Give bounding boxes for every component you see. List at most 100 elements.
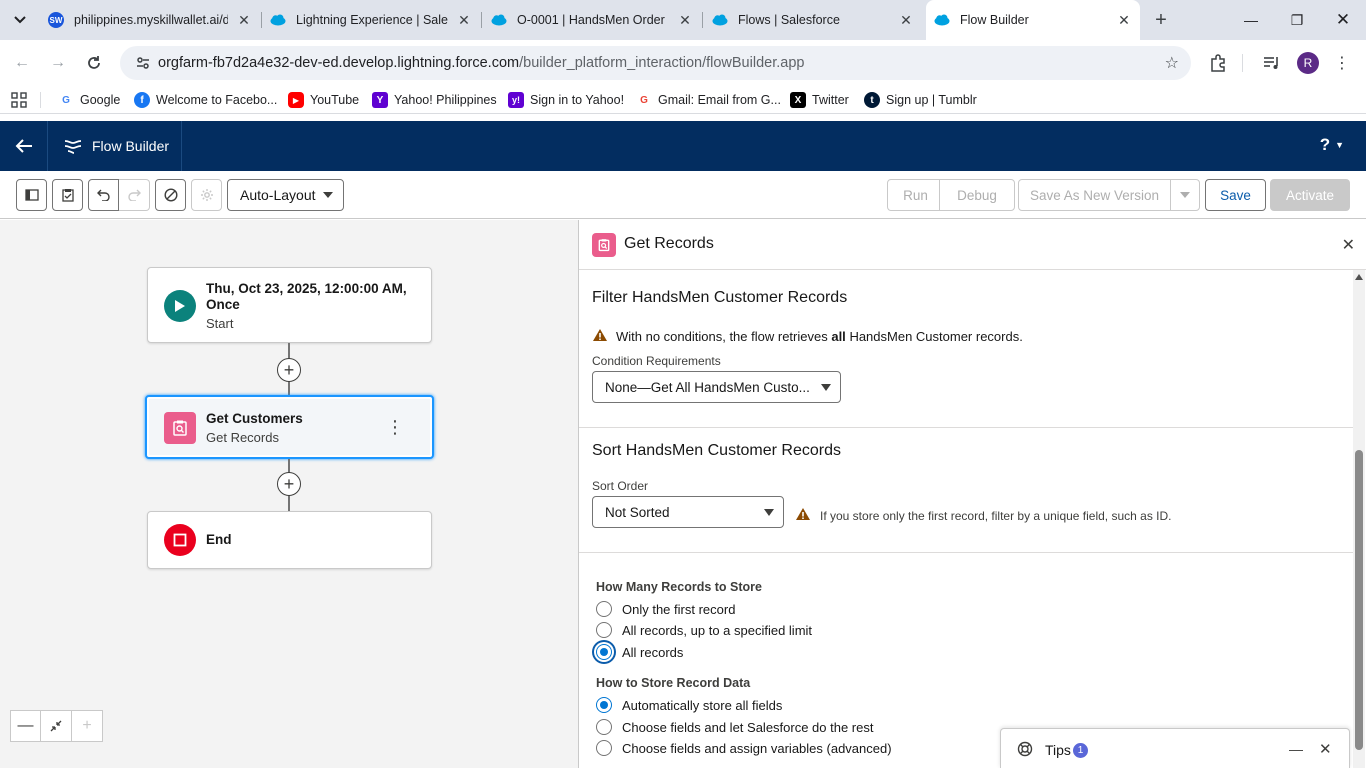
close-icon[interactable]: ✕	[456, 12, 472, 28]
bookmark-label: Gmail: Email from G...	[658, 93, 781, 107]
close-icon[interactable]: ✕	[1319, 740, 1332, 758]
new-tab-button[interactable]: +	[1149, 8, 1173, 32]
sort-order-select[interactable]: Not Sorted	[592, 496, 784, 528]
tab-search-button[interactable]	[8, 8, 32, 32]
close-icon[interactable]: ✕	[236, 12, 252, 28]
radio-button[interactable]	[596, 601, 612, 617]
panel-scrollbar[interactable]	[1353, 270, 1365, 768]
errors-button[interactable]	[155, 179, 186, 211]
panel-title: Get Records	[624, 235, 714, 252]
close-icon[interactable]: ✕	[1116, 12, 1132, 28]
radio-button[interactable]	[596, 622, 612, 638]
bookmark-yahoo-philippines[interactable]: Y Yahoo! Philippines	[372, 90, 497, 110]
save-as-new-version-button[interactable]: Save As New Version	[1018, 179, 1171, 211]
back-arrow-icon[interactable]	[0, 121, 48, 171]
help-icon: ?	[1319, 135, 1331, 154]
scroll-up-arrow-icon[interactable]	[1355, 274, 1363, 280]
help-menu-button[interactable]: ? ▼	[1320, 135, 1344, 155]
end-node[interactable]: End	[147, 511, 432, 569]
bookmark-twitter[interactable]: X Twitter	[790, 90, 849, 110]
start-node[interactable]: Thu, Oct 23, 2025, 12:00:00 AM, Once Sta…	[147, 267, 432, 343]
browser-tab-skillwallet[interactable]: SW philippines.myskillwallet.ai/d ✕	[40, 6, 260, 34]
fit-to-view-button[interactable]	[41, 710, 72, 742]
back-arrow-icon[interactable]: ←	[8, 49, 36, 77]
radio-choose-fields-auto[interactable]: Choose fields and let Salesforce do the …	[596, 719, 873, 735]
browser-tab-strip: SW philippines.myskillwallet.ai/d ✕ Ligh…	[0, 0, 1366, 40]
radio-only-first-record[interactable]: Only the first record	[596, 601, 735, 617]
scrollbar-thumb[interactable]	[1355, 450, 1363, 750]
flow-canvas[interactable]: Thu, Oct 23, 2025, 12:00:00 AM, Once Sta…	[0, 220, 578, 768]
flow-settings-button[interactable]	[191, 179, 222, 211]
tab-title: Lightning Experience | Salesf	[296, 13, 448, 27]
browser-tab-order[interactable]: O-0001 | HandsMen Order | ✕	[483, 6, 701, 34]
view-properties-button[interactable]	[52, 179, 83, 211]
zoom-in-button[interactable]: +	[72, 710, 103, 742]
forward-arrow-icon[interactable]: →	[44, 49, 72, 77]
app-title: Flow Builder	[48, 121, 182, 171]
browser-tab-flows[interactable]: Flows | Salesforce ✕	[704, 6, 922, 34]
save-button[interactable]: Save	[1205, 179, 1266, 211]
close-window-button[interactable]: ✕	[1320, 0, 1366, 40]
reload-icon[interactable]	[80, 49, 108, 77]
zoom-out-button[interactable]: —	[10, 710, 41, 742]
run-button[interactable]: Run	[887, 179, 944, 211]
more-actions-icon[interactable]: ⋮	[386, 417, 404, 438]
radio-button[interactable]	[596, 719, 612, 735]
maximize-window-button[interactable]: ❐	[1274, 0, 1320, 40]
bookmark-youtube[interactable]: ▶ YouTube	[288, 90, 359, 110]
how-to-store-title: How to Store Record Data	[596, 676, 751, 690]
media-controls-icon[interactable]	[1260, 51, 1284, 75]
radio-all-records-limit[interactable]: All records, up to a specified limit	[596, 622, 812, 638]
get-records-node[interactable]: Get Customers Get Records ⋮	[145, 395, 434, 459]
get-records-node-title: Get Customers	[206, 411, 303, 426]
radio-button-selected[interactable]	[596, 644, 612, 660]
radio-button-selected[interactable]	[596, 697, 612, 713]
bookmark-yahoo-signin[interactable]: y! Sign in to Yahoo!	[508, 90, 624, 110]
close-icon[interactable]: ✕	[677, 12, 693, 28]
close-icon[interactable]: ✕	[1342, 235, 1355, 255]
flow-icon	[64, 138, 82, 154]
bookmark-facebook[interactable]: f Welcome to Facebo...	[134, 90, 277, 110]
bookmark-label: Twitter	[812, 93, 849, 107]
undo-button[interactable]	[88, 179, 119, 211]
tips-panel[interactable]: Tips 1 — ✕	[1000, 728, 1350, 768]
radio-choose-fields-assign[interactable]: Choose fields and assign variables (adva…	[596, 740, 892, 756]
bookmark-gmail[interactable]: G Gmail: Email from G...	[636, 90, 781, 110]
site-info-icon[interactable]	[128, 55, 158, 71]
save-options-dropdown[interactable]	[1170, 179, 1200, 211]
minimize-icon[interactable]: —	[1289, 741, 1303, 757]
add-element-button[interactable]: +	[277, 472, 301, 496]
condition-requirements-select[interactable]: None—Get All HandsMen Custo...	[592, 371, 841, 403]
get-records-node-subtitle: Get Records	[206, 430, 279, 445]
add-element-button[interactable]: +	[277, 358, 301, 382]
condition-requirements-value: None—Get All HandsMen Custo...	[605, 379, 810, 395]
radio-label: Choose fields and assign variables (adva…	[622, 740, 892, 756]
browser-tab-flow-builder[interactable]: Flow Builder ✕	[926, 0, 1140, 40]
bookmark-label: Sign up | Tumblr	[886, 93, 977, 107]
close-icon[interactable]: ✕	[898, 12, 914, 28]
redo-button[interactable]	[119, 179, 150, 211]
activate-button[interactable]: Activate	[1270, 179, 1350, 211]
minimize-window-button[interactable]: —	[1228, 0, 1274, 40]
layout-mode-select[interactable]: Auto-Layout	[227, 179, 344, 211]
bookmark-star-icon[interactable]: ☆	[1165, 53, 1179, 73]
google-icon: G	[640, 94, 648, 106]
debug-button[interactable]: Debug	[939, 179, 1015, 211]
radio-auto-store-fields[interactable]: Automatically store all fields	[596, 697, 782, 713]
profile-avatar[interactable]: R	[1297, 52, 1319, 74]
browser-menu-icon[interactable]: ⋮	[1330, 51, 1354, 75]
bookmark-label: YouTube	[310, 93, 360, 107]
chevron-down-icon	[14, 16, 26, 24]
warning-text-suffix: HandsMen Customer records.	[849, 329, 1023, 344]
apps-grid-icon[interactable]	[11, 92, 27, 111]
bookmark-label: Yahoo! Philippines	[394, 93, 497, 107]
browser-tab-lightning[interactable]: Lightning Experience | Salesf ✕	[262, 6, 480, 34]
radio-button[interactable]	[596, 740, 612, 756]
url-field[interactable]: orgfarm-fb7d2a4e32-dev-ed.develop.lightn…	[120, 46, 1191, 80]
bookmark-google[interactable]: G Google	[58, 90, 120, 110]
extensions-icon[interactable]	[1206, 51, 1230, 75]
radio-all-records[interactable]: All records	[596, 644, 683, 660]
bookmark-tumblr[interactable]: t Sign up | Tumblr	[864, 90, 977, 110]
bookmark-label: Welcome to Facebo...	[156, 93, 278, 107]
toggle-toolbox-button[interactable]	[16, 179, 47, 211]
